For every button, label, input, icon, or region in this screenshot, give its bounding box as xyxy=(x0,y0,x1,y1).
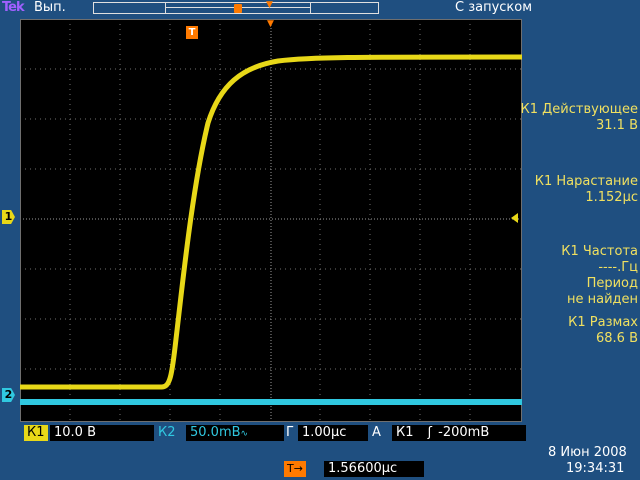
timebase-label: Г xyxy=(286,425,294,440)
trigger-source: К1 xyxy=(396,425,414,440)
ch1-ground-marker[interactable]: 1 xyxy=(2,210,15,224)
trigger-label: A xyxy=(372,425,381,440)
ac-coupling-icon: ∿ xyxy=(240,429,249,439)
rising-edge-icon: ʃ xyxy=(427,425,433,440)
ch2-scale: 50.0mВ xyxy=(190,425,241,440)
record-window-right-edge xyxy=(310,2,311,14)
trigger-level: -200mВ xyxy=(438,425,490,440)
timebase-value[interactable]: 1.00µс xyxy=(298,425,368,441)
ch2-ground-marker[interactable]: 2 xyxy=(2,388,15,402)
measurement-peak-to-peak-title: К1 Размах xyxy=(568,315,638,330)
trigger-level-marker-icon xyxy=(511,213,518,223)
measurement-period-value: не найден xyxy=(566,292,638,307)
measurement-peak-to-peak-value: 68.6 В xyxy=(596,331,638,346)
trigger-point-marker[interactable]: T xyxy=(186,26,198,39)
ch2-label[interactable]: К2 xyxy=(158,425,176,441)
center-marker-icon: ▼ xyxy=(266,0,273,10)
measurement-risetime-value: 1.152µс xyxy=(585,190,638,205)
waveform-graticule xyxy=(20,19,523,422)
trigger-offset-value[interactable]: 1.56600µс xyxy=(324,461,424,477)
acquisition-mode-label[interactable]: С запуском xyxy=(455,0,532,15)
trigger-offset-label: T→ xyxy=(284,461,306,477)
measurement-risetime-title: К1 Нарастание xyxy=(534,174,638,189)
ch1-label[interactable]: К1 xyxy=(24,425,48,441)
horizontal-position-marker-icon: ▼ xyxy=(267,19,274,29)
record-window-left-edge xyxy=(165,2,166,14)
measurement-period-title: Период xyxy=(586,276,638,291)
measurement-frequency-value: ----.Гц xyxy=(598,260,638,275)
ch2-scale-box[interactable]: 50.0mВ∿ xyxy=(186,425,284,441)
brand-logo: Tek xyxy=(2,0,25,15)
trigger-settings[interactable]: К1 ʃ -200mВ xyxy=(392,425,526,441)
date-label: 8 Июн 2008 xyxy=(548,445,627,460)
waveform-display[interactable] xyxy=(20,19,523,422)
run-state-label[interactable]: Вып. xyxy=(34,0,66,15)
ch1-scale[interactable]: 10.0 В xyxy=(50,425,154,441)
time-label: 19:34:31 xyxy=(566,461,625,476)
measurement-frequency-title: К1 Частота xyxy=(561,244,638,259)
measurement-panel: К1 Действующее 31.1 В К1 Нарастание 1.15… xyxy=(520,19,640,422)
trigger-position-marker-icon xyxy=(234,4,242,13)
measurement-rms-value: 31.1 В xyxy=(596,118,638,133)
measurement-rms-title: К1 Действующее xyxy=(520,102,639,117)
